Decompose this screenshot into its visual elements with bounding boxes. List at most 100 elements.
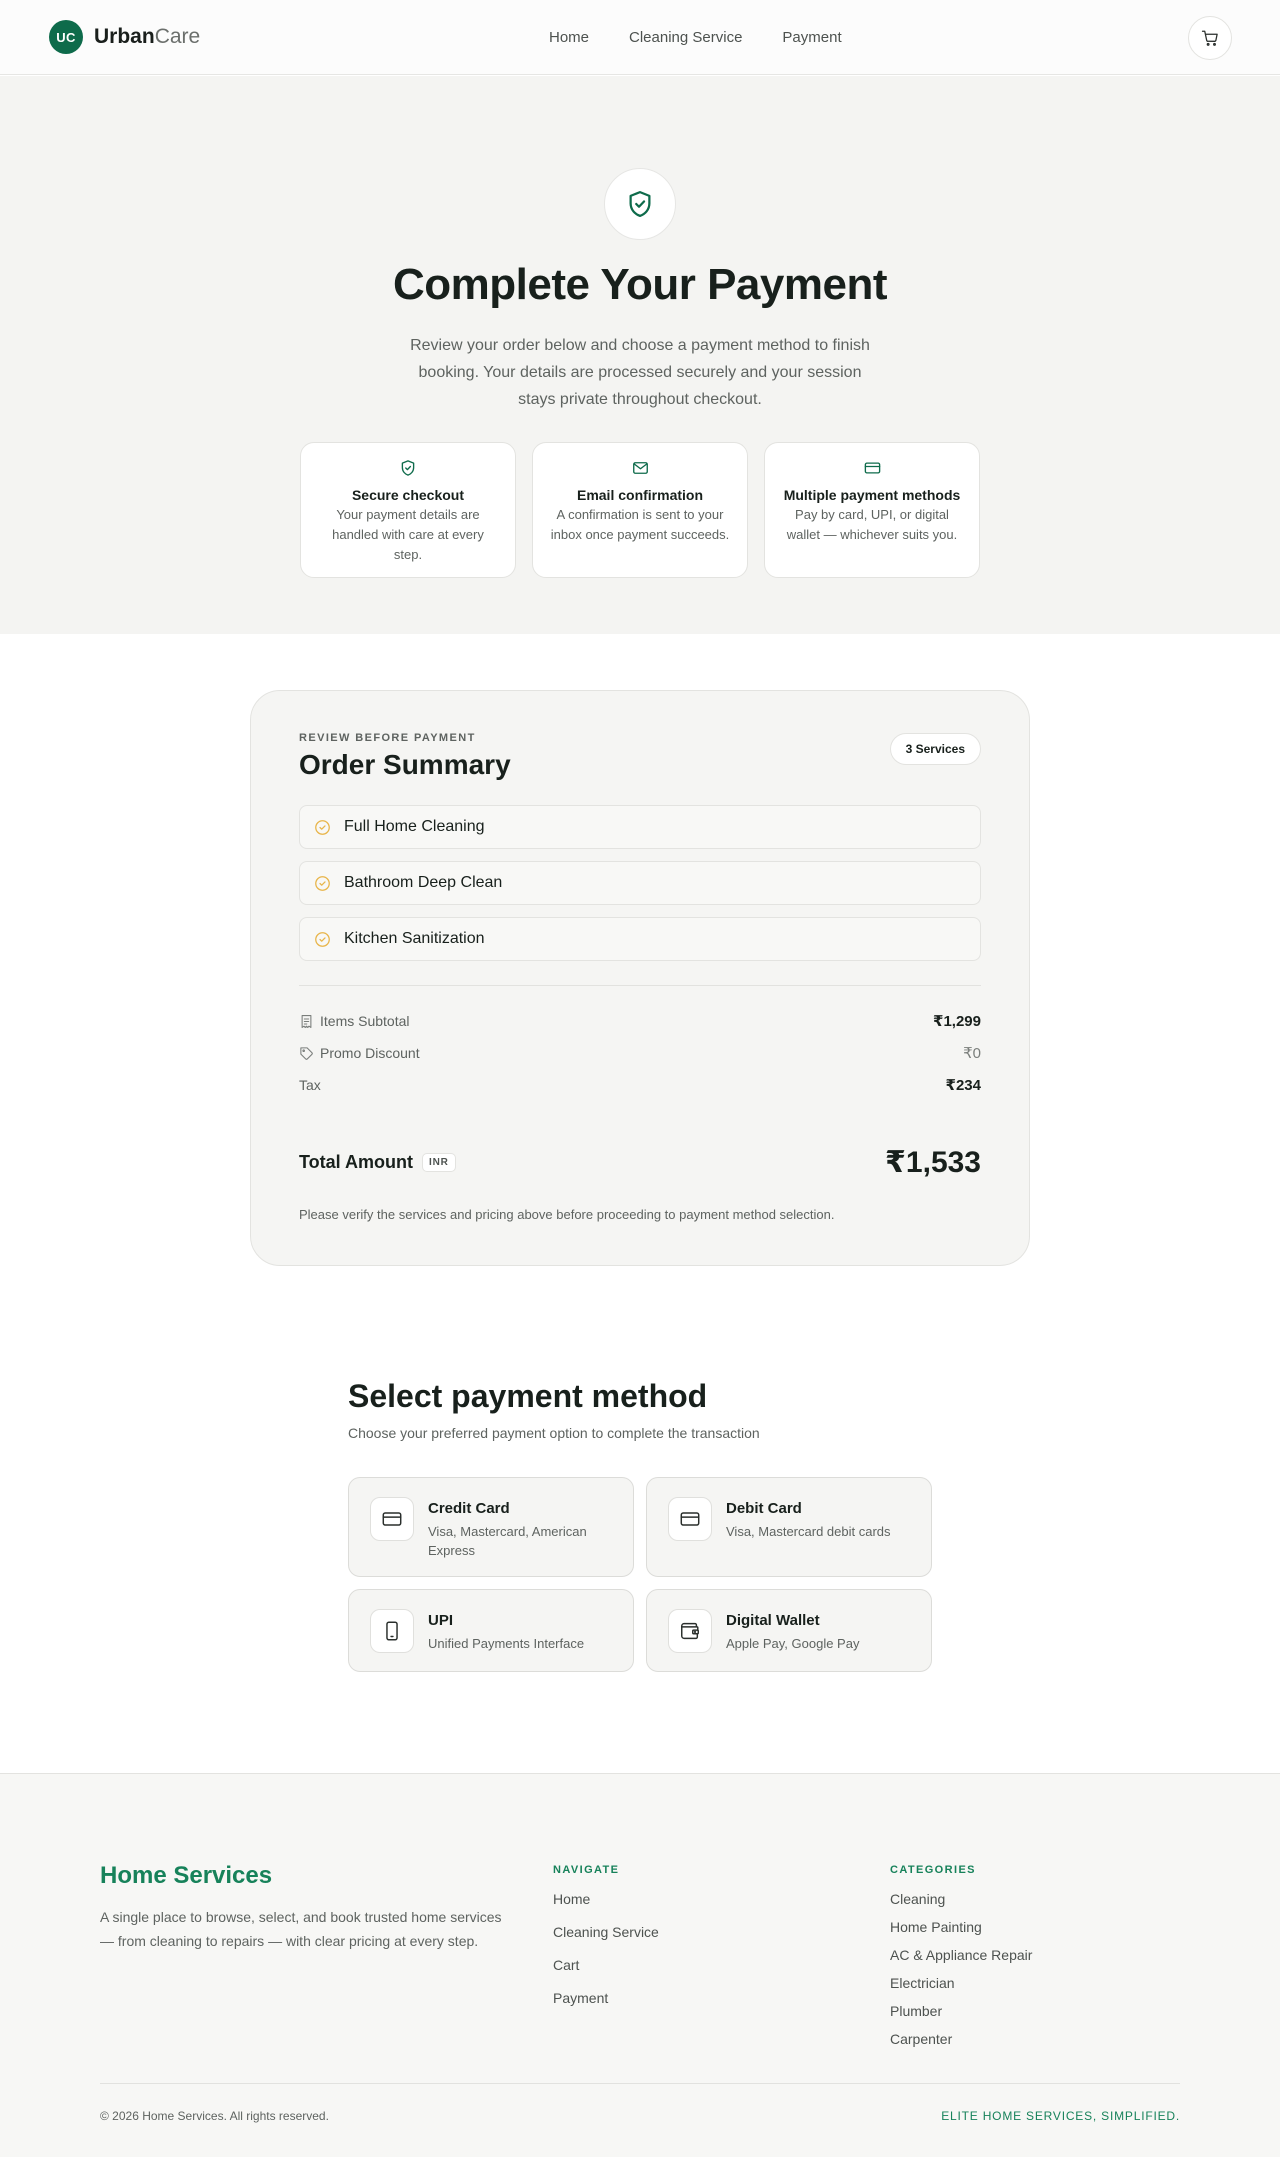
- logo-badge: UC: [49, 20, 83, 54]
- feature-title: Secure checkout: [351, 487, 465, 503]
- site-header: UC UrbanCare Home Cleaning Service Payme…: [0, 0, 1280, 75]
- footer-description: A single place to browse, select, and bo…: [100, 1909, 502, 1949]
- tax-label: Tax: [299, 1077, 321, 1093]
- verify-note: Please verify the services and pricing a…: [299, 1207, 835, 1222]
- footer-category-carpenter[interactable]: Carpenter: [890, 2031, 1032, 2059]
- subtotal-label: Items Subtotal: [320, 1013, 410, 1029]
- cart-button[interactable]: [1188, 16, 1232, 60]
- main-nav: Home Cleaning Service Payment: [549, 29, 882, 46]
- feature-text: Pay by card, UPI, or digital wallet — wh…: [786, 507, 958, 542]
- credit-card-icon: [680, 1512, 700, 1526]
- payment-option-digital-wallet[interactable]: Digital Wallet Apple Pay, Google Pay: [646, 1589, 932, 1672]
- payment-option-name: Digital Wallet: [726, 1612, 820, 1629]
- footer-category-ac-repair[interactable]: AC & Appliance Repair: [890, 1947, 1032, 1975]
- footer-tagline: ELITE HOME SERVICES, SIMPLIFIED.: [941, 2109, 1180, 2123]
- footer-category-home-painting[interactable]: Home Painting: [890, 1919, 1032, 1947]
- site-footer: Home Services A single place to browse, …: [0, 1773, 1280, 2157]
- service-item: Bathroom Deep Clean: [299, 861, 981, 905]
- payment-method-grid: Credit Card Visa, Mastercard, American E…: [348, 1477, 932, 1672]
- credit-card-icon: [382, 1512, 402, 1526]
- mail-icon: [632, 462, 648, 474]
- payment-option-credit-card[interactable]: Credit Card Visa, Mastercard, American E…: [348, 1477, 634, 1577]
- hero-shield-badge: [604, 168, 676, 240]
- footer-navigate-heading: NAVIGATE: [553, 1864, 620, 1876]
- subtotal-row: Items Subtotal ₹1,299: [299, 1010, 981, 1032]
- footer-link-cleaning-service[interactable]: Cleaning Service: [553, 1924, 659, 1957]
- check-circle-icon: [315, 931, 330, 947]
- brand-name-bold: Urban: [94, 25, 155, 48]
- payment-method-subtitle: Choose your preferred payment option to …: [348, 1425, 760, 1441]
- hero-subtitle: Review your order below and choose a pay…: [410, 337, 870, 408]
- check-circle-icon: [315, 819, 330, 835]
- brand-name: UrbanCare: [94, 25, 200, 49]
- payment-option-desc: Visa, Mastercard debit cards: [726, 1524, 891, 1539]
- footer-categories-heading: CATEGORIES: [890, 1864, 976, 1876]
- services-count-badge: 3 Services: [889, 733, 981, 765]
- service-item: Kitchen Sanitization: [299, 917, 981, 961]
- receipt-icon: [301, 1014, 312, 1028]
- payment-option-name: Credit Card: [428, 1500, 510, 1517]
- payment-option-name: UPI: [428, 1612, 454, 1629]
- hero-section: Complete Your Payment Review your order …: [0, 76, 1280, 634]
- footer-copyright: © 2026 Home Services. All rights reserve…: [100, 2109, 329, 2123]
- nav-home-link[interactable]: Home: [549, 29, 589, 46]
- page-title: Complete Your Payment: [393, 260, 888, 309]
- footer-link-home[interactable]: Home: [553, 1891, 659, 1924]
- feature-text: A confirmation is sent to your inbox onc…: [550, 507, 730, 542]
- credit-card-icon: [864, 462, 880, 474]
- discount-label: Promo Discount: [320, 1045, 420, 1061]
- brand-logo[interactable]: UC UrbanCare: [49, 20, 200, 54]
- footer-category-plumber[interactable]: Plumber: [890, 2003, 1032, 2031]
- order-summary-title: Order Summary: [299, 749, 511, 780]
- footer-divider: [100, 2083, 1180, 2084]
- price-breakdown: Items Subtotal ₹1,299 Promo Discount ₹0 …: [299, 1010, 981, 1106]
- feature-title: Email confirmation: [576, 487, 704, 503]
- footer-link-payment[interactable]: Payment: [553, 1990, 659, 2023]
- payment-option-name: Debit Card: [726, 1500, 802, 1517]
- service-name: Bathroom Deep Clean: [344, 874, 503, 891]
- summary-eyebrow: REVIEW BEFORE PAYMENT: [299, 732, 476, 744]
- nav-cleaning-service-link[interactable]: Cleaning Service: [629, 29, 742, 46]
- summary-divider: [299, 985, 981, 986]
- currency-badge: INR: [421, 1153, 456, 1172]
- tag-icon: [300, 1046, 313, 1060]
- shield-check-icon: [401, 460, 415, 476]
- feature-card-secure: Secure checkout Your payment details are…: [300, 442, 516, 578]
- feature-text: Your payment details are handled with ca…: [332, 507, 484, 562]
- shield-check-icon: [629, 191, 651, 217]
- payment-method-title: Select payment method: [348, 1378, 708, 1414]
- subtotal-value: ₹1,299: [933, 1013, 981, 1030]
- service-name: Full Home Cleaning: [344, 818, 485, 835]
- tax-row: Tax ₹234: [299, 1074, 981, 1096]
- total-amount: ₹1,533: [885, 1146, 981, 1179]
- footer-category-cleaning[interactable]: Cleaning: [890, 1891, 1032, 1919]
- tax-value: ₹234: [945, 1077, 981, 1094]
- payment-option-desc: Visa, Mastercard, American Express: [428, 1524, 587, 1558]
- discount-value: ₹0: [963, 1045, 981, 1062]
- payment-option-desc: Unified Payments Interface: [428, 1636, 585, 1651]
- footer-link-cart[interactable]: Cart: [553, 1957, 659, 1990]
- total-label: Total Amount: [299, 1152, 413, 1172]
- payment-option-debit-card[interactable]: Debit Card Visa, Mastercard debit cards: [646, 1477, 932, 1577]
- nav-payment-link[interactable]: Payment: [782, 29, 841, 46]
- footer-navigate-column: NAVIGATE Home Cleaning Service Cart Paym…: [553, 1864, 659, 2023]
- brand-name-light: Care: [154, 25, 201, 48]
- service-list: Full Home Cleaning Bathroom Deep Clean K…: [299, 805, 981, 973]
- discount-row: Promo Discount ₹0: [299, 1042, 981, 1064]
- service-name: Kitchen Sanitization: [344, 930, 485, 947]
- wallet-icon: [681, 1622, 699, 1640]
- smartphone-icon: [386, 1621, 398, 1641]
- payment-option-desc: Apple Pay, Google Pay: [726, 1636, 860, 1651]
- total-row: Total Amount INR ₹1,533: [299, 1145, 981, 1180]
- order-summary-card: REVIEW BEFORE PAYMENT Order Summary 3 Se…: [250, 690, 1030, 1266]
- feature-card-payment-methods: Multiple payment methods Pay by card, UP…: [764, 442, 980, 578]
- footer-category-electrician[interactable]: Electrician: [890, 1975, 1032, 2003]
- feature-cards: Secure checkout Your payment details are…: [300, 442, 980, 578]
- check-circle-icon: [315, 875, 330, 891]
- footer-categories-column: CATEGORIES Cleaning Home Painting AC & A…: [890, 1864, 1032, 2059]
- feature-card-email: Email confirmation A confirmation is sen…: [532, 442, 748, 578]
- payment-option-upi[interactable]: UPI Unified Payments Interface: [348, 1589, 634, 1672]
- cart-icon: [1201, 30, 1218, 46]
- service-item: Full Home Cleaning: [299, 805, 981, 849]
- footer-brand[interactable]: Home Services: [100, 1862, 272, 1890]
